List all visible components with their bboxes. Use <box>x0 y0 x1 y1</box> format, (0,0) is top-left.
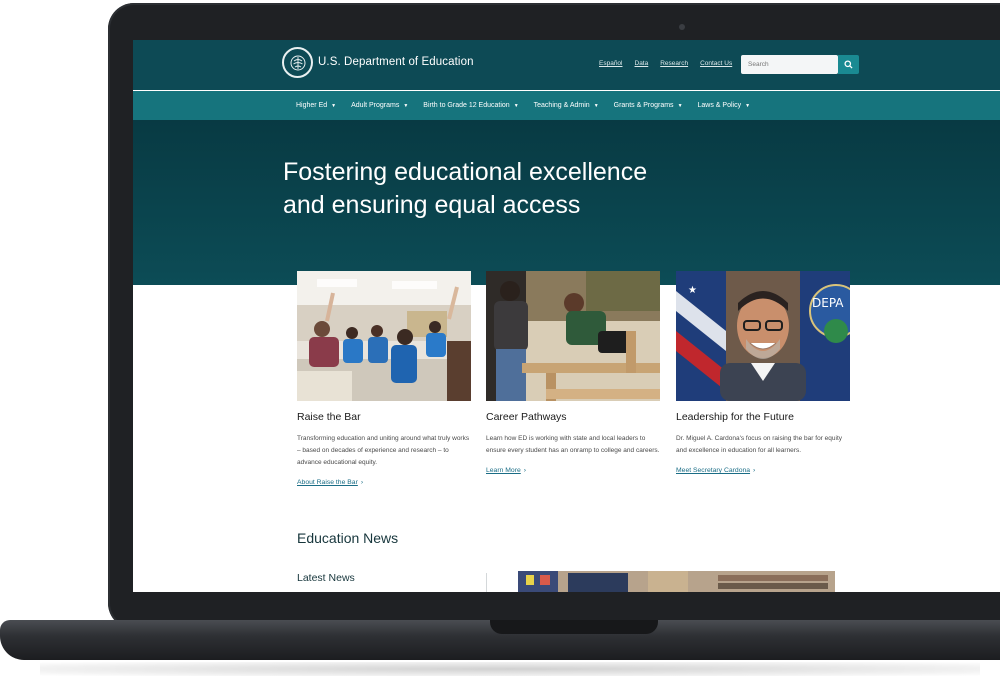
utility-link-data[interactable]: Data <box>635 60 649 67</box>
education-news-heading: Education News <box>297 530 399 546</box>
card-text: Learn how ED is working with state and l… <box>486 435 660 454</box>
meet-secretary-link[interactable]: Meet Secretary Cardona › <box>676 467 755 474</box>
search-icon <box>844 60 853 69</box>
card-career-pathways: Career Pathways Learn how ED is working … <box>486 271 660 477</box>
site-brand[interactable]: U.S. Department of Education <box>318 56 474 68</box>
seal-logo-icon[interactable] <box>282 47 313 78</box>
nav-adult-programs[interactable]: Adult Programs ▼ <box>351 102 408 109</box>
nav-label: Birth to Grade 12 Education <box>423 102 510 109</box>
utility-link-espanol[interactable]: Español <box>599 60 623 67</box>
chevron-right-icon: › <box>360 479 364 486</box>
hero-banner: Fostering educational excellence and ens… <box>133 120 1000 285</box>
chevron-down-icon: ▼ <box>403 102 409 109</box>
seal-lettering: DEPA <box>812 296 844 310</box>
website-screen: U.S. Department of Education Español Dat… <box>133 40 1000 592</box>
svg-text:★: ★ <box>688 285 697 296</box>
card-title: Career Pathways <box>486 411 567 423</box>
about-raise-the-bar-link[interactable]: About Raise the Bar › <box>297 479 363 486</box>
laptop-notch <box>490 620 658 634</box>
laptop-shadow <box>40 662 980 676</box>
latest-news-heading: Latest News <box>297 572 355 584</box>
chevron-right-icon: › <box>753 467 756 474</box>
main-nav: Higher Ed ▼ Adult Programs ▼ Birth to Grad… <box>133 91 1000 120</box>
link-label: Learn More <box>486 467 521 474</box>
nav-birth-to-grade-12[interactable]: Birth to Grade 12 Education ▼ <box>423 102 518 109</box>
nav-grants-programs[interactable]: Grants & Programs ▼ <box>614 102 683 109</box>
chevron-right-icon: › <box>523 467 527 474</box>
card-title: Raise the Bar <box>297 411 361 423</box>
career-pathways-learn-more-link[interactable]: Learn More › <box>486 467 526 474</box>
card-title: Leadership for the Future <box>676 411 794 423</box>
utility-link-contact[interactable]: Contact Us <box>700 60 732 67</box>
nav-label: Higher Ed <box>296 102 328 109</box>
chevron-down-icon: ▼ <box>513 102 519 109</box>
chevron-down-icon: ▼ <box>331 102 337 109</box>
link-label: Meet Secretary Cardona <box>676 467 751 474</box>
card-text: Transforming education and uniting aroun… <box>297 435 470 466</box>
nav-label: Grants & Programs <box>613 102 674 109</box>
news-photo[interactable] <box>518 571 835 592</box>
nav-label: Adult Programs <box>351 102 400 109</box>
nav-label: Laws & Policy <box>697 102 742 109</box>
link-label: About Raise the Bar <box>297 479 358 486</box>
site-header: U.S. Department of Education Español Dat… <box>133 40 1000 90</box>
chevron-down-icon: ▼ <box>745 102 751 109</box>
nav-higher-ed[interactable]: Higher Ed ▼ <box>296 102 336 109</box>
card-leadership: ★ DEPA Leadership for the Future Dr. Mig… <box>676 271 850 477</box>
hero-title: Fostering educational excellence and ens… <box>283 158 648 219</box>
card-raise-the-bar: Raise the Bar Transforming education and… <box>297 271 471 489</box>
nav-teaching-admin[interactable]: Teaching & Admin ▼ <box>534 102 599 109</box>
utility-link-research[interactable]: Research <box>660 60 688 67</box>
chevron-down-icon: ▼ <box>593 102 599 109</box>
column-divider <box>486 573 487 592</box>
search-button[interactable] <box>838 55 859 74</box>
nav-label: Teaching & Admin <box>533 102 590 109</box>
camera-dot <box>679 24 685 30</box>
card-text: Dr. Miguel A. Cardona's focus on raising… <box>676 435 842 454</box>
classroom-photo[interactable] <box>297 271 471 401</box>
secretary-portrait-photo[interactable]: ★ DEPA <box>676 271 850 401</box>
chevron-down-icon: ▼ <box>677 102 683 109</box>
search-input[interactable] <box>741 55 838 74</box>
workshop-photo[interactable] <box>486 271 660 401</box>
nav-laws-policy[interactable]: Laws & Policy ▼ <box>698 102 751 109</box>
utility-links: Español Data Research Contact Us <box>599 60 732 67</box>
